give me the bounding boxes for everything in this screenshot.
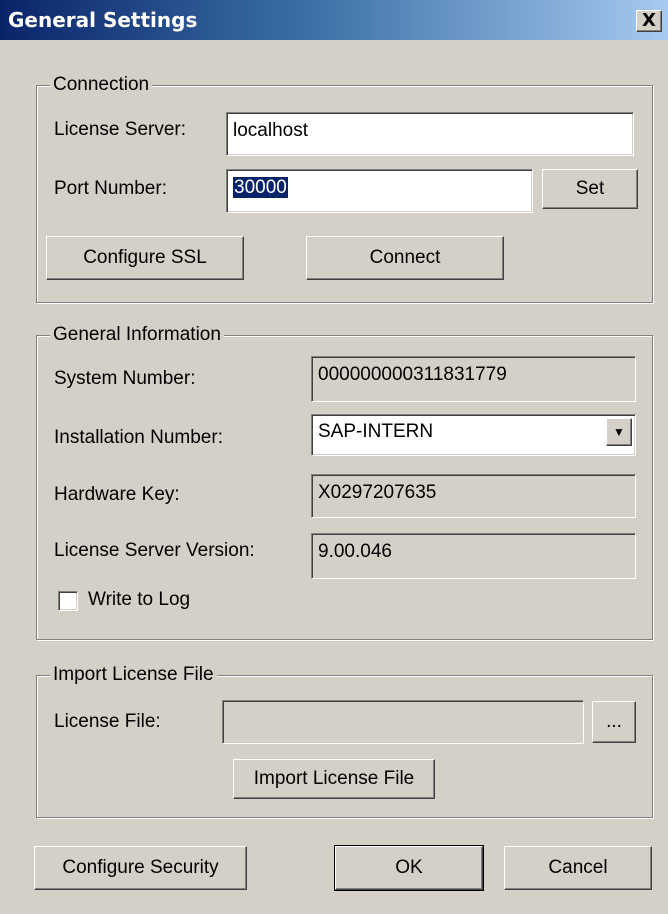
chevron-down-icon: ▼: [613, 425, 625, 439]
close-icon: X: [642, 10, 656, 31]
cancel-button[interactable]: Cancel: [504, 846, 652, 890]
import-license-legend: Import License File: [50, 665, 217, 685]
window-title: General Settings: [8, 8, 198, 32]
system-number-label: System Number:: [54, 368, 196, 389]
license-server-version-field: 9.00.046: [311, 533, 636, 579]
system-number-value: 000000000311831779: [318, 364, 507, 385]
license-file-label: License File:: [54, 711, 161, 732]
license-server-input[interactable]: localhost: [226, 112, 634, 156]
general-information-legend: General Information: [50, 325, 224, 345]
license-server-label: License Server:: [54, 119, 187, 140]
installation-number-value: SAP-INTERN: [318, 421, 434, 442]
license-server-value: localhost: [233, 120, 308, 141]
connection-legend: Connection: [50, 75, 153, 95]
port-number-label: Port Number:: [54, 178, 167, 199]
hardware-key-value: X0297207635: [318, 482, 437, 503]
license-server-version-label: License Server Version:: [54, 540, 255, 561]
license-server-version-value: 9.00.046: [318, 541, 392, 562]
installation-number-label: Installation Number:: [54, 427, 223, 448]
system-number-field: 000000000311831779: [311, 356, 636, 402]
connect-button[interactable]: Connect: [306, 236, 504, 280]
hardware-key-label: Hardware Key:: [54, 484, 180, 505]
port-number-input[interactable]: 30000: [226, 169, 533, 213]
configure-security-button[interactable]: Configure Security: [34, 846, 247, 890]
dropdown-button[interactable]: ▼: [606, 418, 632, 446]
browse-button[interactable]: ...: [592, 701, 636, 743]
hardware-key-field: X0297207635: [311, 474, 636, 518]
title-bar: General Settings X: [0, 0, 668, 40]
installation-number-select[interactable]: SAP-INTERN ▼: [311, 414, 636, 456]
license-file-input[interactable]: [222, 700, 584, 744]
port-number-value: 30000: [233, 177, 288, 198]
write-to-log-checkbox[interactable]: [58, 591, 78, 611]
set-button[interactable]: Set: [542, 169, 638, 209]
write-to-log-label: Write to Log: [88, 589, 191, 610]
close-button[interactable]: X: [636, 10, 662, 32]
import-license-file-button[interactable]: Import License File: [233, 759, 435, 799]
configure-ssl-button[interactable]: Configure SSL: [46, 236, 244, 280]
ok-button[interactable]: OK: [334, 845, 484, 891]
